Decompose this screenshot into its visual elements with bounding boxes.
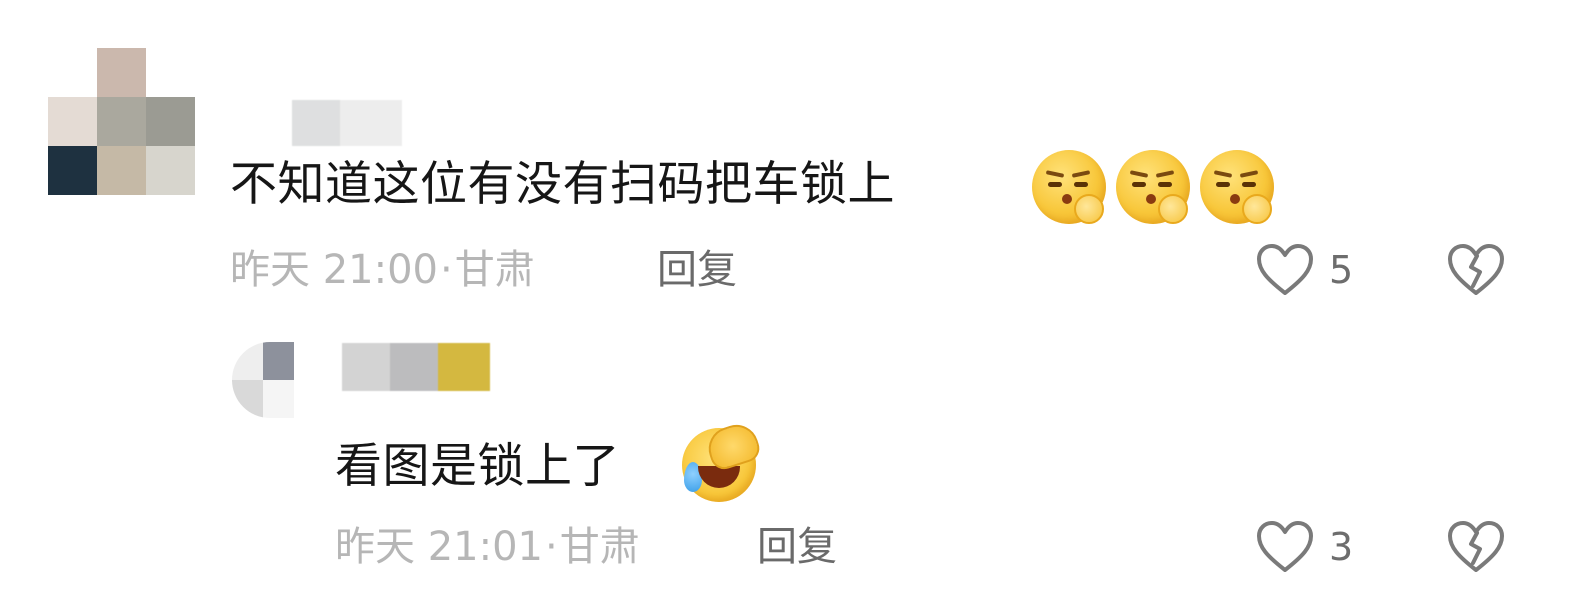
comment-meta: 昨天 21:00·甘肃 bbox=[230, 243, 535, 297]
avatar-pixel bbox=[263, 380, 294, 418]
avatar-pixel bbox=[146, 48, 195, 97]
broken-heart-icon bbox=[1448, 521, 1504, 572]
heart-outline-icon bbox=[1257, 521, 1313, 572]
laughing-facepalm-emoji-icon bbox=[682, 419, 763, 502]
comment-location: 甘肃 bbox=[454, 247, 535, 293]
avatar-pixel bbox=[263, 342, 294, 380]
broken-heart-icon bbox=[1448, 244, 1504, 295]
avatar-pixel bbox=[232, 342, 263, 380]
username-blurred[interactable] bbox=[292, 100, 402, 146]
avatar-pixel bbox=[48, 97, 97, 146]
shushing-face-emoji-icon bbox=[1116, 150, 1190, 224]
avatar-pixel bbox=[97, 97, 146, 146]
avatar-pixel bbox=[48, 48, 97, 97]
avatar-pixel bbox=[232, 380, 263, 418]
meta-separator: · bbox=[440, 247, 453, 293]
shushing-face-emoji-icon bbox=[1200, 150, 1274, 224]
meta-separator: · bbox=[545, 524, 558, 570]
comment-location: 甘肃 bbox=[559, 524, 640, 570]
reply-button[interactable]: 回复 bbox=[657, 243, 737, 297]
like-count: 5 bbox=[1329, 248, 1354, 292]
avatar[interactable] bbox=[48, 48, 195, 195]
comment-meta: 昨天 21:01·甘肃 bbox=[335, 520, 640, 574]
comment-text: 不知道这位有没有扫码把车锁上 bbox=[230, 157, 895, 212]
avatar-pixel bbox=[146, 97, 195, 146]
like-button[interactable]: 3 bbox=[1255, 519, 1353, 575]
emoji-group bbox=[682, 419, 763, 502]
dislike-button[interactable] bbox=[1446, 519, 1506, 575]
reply-button[interactable]: 回复 bbox=[757, 520, 837, 574]
avatar-pixel bbox=[146, 146, 195, 195]
username-blurred[interactable] bbox=[342, 343, 490, 391]
username-pixel bbox=[340, 100, 402, 146]
comment-time: 昨天 21:00 bbox=[230, 247, 438, 293]
like-button[interactable]: 5 bbox=[1255, 242, 1353, 298]
username-pixel bbox=[292, 100, 340, 146]
avatar-pixel bbox=[97, 146, 146, 195]
avatar[interactable] bbox=[232, 342, 294, 418]
emoji-group bbox=[1032, 150, 1274, 224]
heart-outline-icon bbox=[1257, 244, 1313, 295]
username-pixel bbox=[390, 343, 438, 391]
username-pixel bbox=[342, 343, 390, 391]
comment-text: 看图是锁上了 bbox=[335, 439, 620, 494]
avatar-pixel bbox=[97, 48, 146, 97]
shushing-face-emoji-icon bbox=[1032, 150, 1106, 224]
avatar-pixel bbox=[48, 146, 97, 195]
like-count: 3 bbox=[1329, 525, 1354, 569]
dislike-button[interactable] bbox=[1446, 242, 1506, 298]
username-pixel bbox=[438, 343, 490, 391]
comment-time: 昨天 21:01 bbox=[335, 524, 543, 570]
